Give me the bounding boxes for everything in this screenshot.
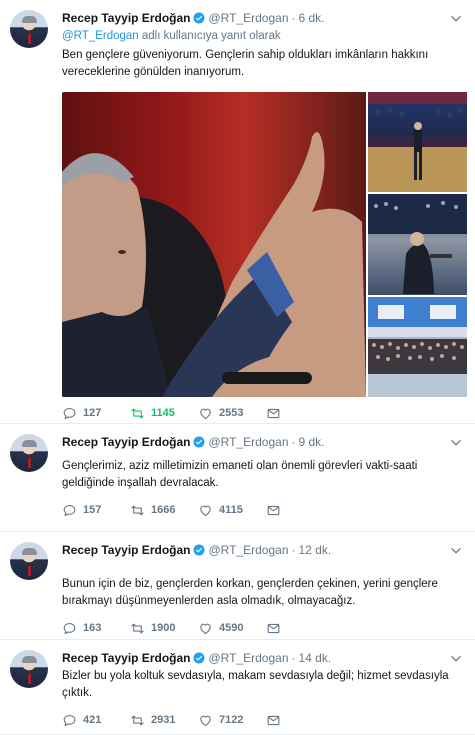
author-name[interactable]: Recep Tayyip Erdoğan — [62, 10, 190, 26]
tweet-header: Recep Tayyip Erdoğan @RT_Erdogan · 14 dk… — [62, 650, 463, 666]
tweet-text: Ben gençlere güveniyorum. Gençlerin sahi… — [62, 49, 429, 78]
timeline: Recep Tayyip Erdoğan @RT_Erdogan · 6 dk.… — [0, 0, 475, 735]
reply-context: @RT_Erdogan adlı kullanıcıya yanıt olara… — [62, 29, 463, 44]
message-button[interactable] — [266, 406, 334, 421]
heart-icon — [200, 623, 211, 634]
like-count: 4590 — [219, 622, 244, 634]
like-button[interactable]: 4590 — [198, 621, 266, 636]
tweet[interactable]: Recep Tayyip Erdoğan @RT_Erdogan · 9 dk.… — [0, 424, 475, 532]
author-handle[interactable]: @RT_Erdogan — [208, 434, 288, 450]
verified-badge-icon — [193, 652, 205, 664]
reply-button[interactable]: 127 — [62, 406, 130, 421]
tweet-header: Recep Tayyip Erdoğan @RT_Erdogan · 9 dk. — [62, 434, 463, 450]
retweet-count: 1666 — [151, 504, 176, 516]
avatar[interactable] — [10, 542, 48, 580]
direct-message-icon — [267, 408, 280, 418]
reply-button[interactable]: 163 — [62, 621, 130, 636]
reply-count: 421 — [83, 714, 102, 726]
chevron-down-icon[interactable] — [449, 652, 463, 666]
avatar[interactable] — [10, 434, 48, 472]
reply-mention-link[interactable]: @RT_Erdogan — [62, 30, 139, 42]
direct-message-icon — [267, 623, 280, 633]
like-count: 4115 — [219, 504, 243, 516]
tweet-timestamp[interactable]: 6 dk. — [299, 10, 325, 26]
verified-badge-icon — [193, 544, 205, 556]
heart-icon — [200, 408, 211, 419]
retweet-button[interactable]: 2931 — [130, 713, 198, 728]
reply-count: 157 — [83, 504, 102, 516]
retweet-icon — [131, 408, 144, 418]
tweet[interactable]: Recep Tayyip Erdoğan @RT_Erdogan · 14 dk… — [0, 640, 475, 735]
heart-icon — [200, 715, 211, 726]
message-button[interactable] — [266, 713, 334, 728]
retweet-count: 1900 — [151, 622, 176, 634]
retweet-icon — [131, 715, 144, 725]
media-photo-main[interactable] — [62, 92, 366, 397]
separator-dot: · — [291, 543, 296, 557]
author-handle[interactable]: @RT_Erdogan — [208, 542, 288, 558]
avatar[interactable] — [10, 650, 48, 688]
reply-context-label: adlı kullanıcıya yanıt olarak — [141, 30, 281, 42]
like-count: 2553 — [219, 407, 244, 419]
author-name[interactable]: Recep Tayyip Erdoğan — [62, 434, 190, 450]
tweet-header: Recep Tayyip Erdoğan @RT_Erdogan · 6 dk. — [62, 10, 463, 26]
direct-message-icon — [267, 505, 280, 515]
chevron-down-icon[interactable] — [449, 436, 463, 450]
author-name[interactable]: Recep Tayyip Erdoğan — [62, 542, 190, 558]
retweet-icon — [131, 505, 144, 515]
tweet[interactable]: Recep Tayyip Erdoğan @RT_Erdogan · 6 dk.… — [0, 0, 475, 424]
message-button[interactable] — [266, 503, 334, 518]
reply-icon — [63, 714, 76, 726]
retweet-count: 2931 — [151, 714, 176, 726]
tweet-header: Recep Tayyip Erdoğan @RT_Erdogan · 12 dk… — [62, 542, 463, 558]
reply-icon — [63, 504, 76, 516]
author-name[interactable]: Recep Tayyip Erdoğan — [62, 650, 190, 666]
tweet[interactable]: Recep Tayyip Erdoğan @RT_Erdogan · 12 dk… — [0, 532, 475, 640]
tweet-timestamp[interactable]: 9 dk. — [299, 434, 325, 450]
tweet-text: Gençlerimiz, aziz milletimizin emaneti o… — [62, 460, 418, 489]
reply-button[interactable]: 157 — [62, 503, 130, 518]
reply-count: 127 — [83, 407, 102, 419]
retweet-button[interactable]: 1900 — [130, 621, 198, 636]
media-photo-4[interactable] — [368, 296, 467, 397]
media-photo-2[interactable] — [368, 92, 467, 193]
direct-message-icon — [267, 715, 280, 725]
retweet-count: 1145 — [151, 407, 175, 419]
like-button[interactable]: 7122 — [198, 713, 266, 728]
separator-dot: · — [291, 11, 296, 25]
media-side-column — [368, 92, 467, 397]
retweet-icon — [131, 623, 144, 633]
tweet-actions: 421 2931 7122 — [62, 712, 463, 728]
media-photo-3[interactable] — [368, 194, 467, 295]
chevron-down-icon[interactable] — [449, 12, 463, 26]
separator-dot: · — [291, 435, 296, 449]
reply-count: 163 — [83, 622, 102, 634]
like-button[interactable]: 2553 — [198, 406, 266, 421]
message-button[interactable] — [266, 621, 334, 636]
tweet-actions: 127 1145 2553 — [62, 405, 463, 421]
verified-badge-icon — [193, 436, 205, 448]
tweet-text: Bunun için de biz, gençlerden korkan, ge… — [62, 578, 438, 607]
reply-icon — [63, 622, 76, 634]
reply-icon — [63, 407, 76, 419]
tweet-actions: 157 1666 4115 — [62, 502, 463, 518]
tweet-actions: 163 1900 4590 — [62, 620, 463, 636]
like-button[interactable]: 4115 — [198, 503, 266, 518]
author-handle[interactable]: @RT_Erdogan — [208, 650, 288, 666]
like-count: 7122 — [219, 714, 244, 726]
verified-badge-icon — [193, 12, 205, 24]
chevron-down-icon[interactable] — [449, 544, 463, 558]
tweet-timestamp[interactable]: 14 dk. — [299, 650, 332, 666]
reply-button[interactable]: 421 — [62, 713, 130, 728]
author-handle[interactable]: @RT_Erdogan — [208, 10, 288, 26]
avatar[interactable] — [10, 10, 48, 48]
retweet-button[interactable]: 1145 — [130, 406, 198, 421]
tweet-text: Bizler bu yola koltuk sevdasıyla, makam … — [62, 670, 449, 699]
retweet-button[interactable]: 1666 — [130, 503, 198, 518]
media-grid — [62, 92, 467, 397]
tweet-timestamp[interactable]: 12 dk. — [299, 542, 332, 558]
heart-icon — [200, 505, 211, 516]
separator-dot: · — [291, 651, 296, 665]
